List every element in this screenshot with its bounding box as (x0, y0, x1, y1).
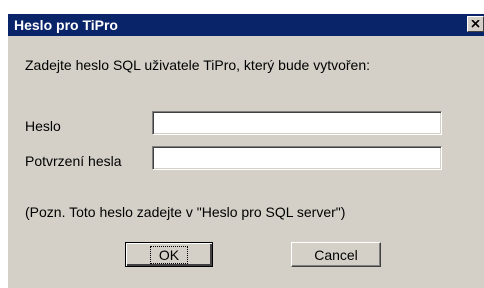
instruction-text: Zadejte heslo SQL uživatele TiPro, který… (25, 57, 370, 73)
ok-button-label: OK (149, 245, 189, 264)
dialog-title: Heslo pro TiPro (14, 17, 118, 33)
confirm-password-label: Potvrzení hesla (25, 153, 122, 169)
password-label: Heslo (25, 118, 61, 134)
confirm-password-field[interactable] (152, 146, 442, 170)
cancel-button-label: Cancel (314, 246, 358, 263)
dialog-window: Heslo pro TiPro Zadejte heslo SQL uživat… (7, 13, 484, 288)
password-field[interactable] (152, 111, 442, 135)
close-icon (471, 20, 480, 28)
cancel-button[interactable]: Cancel (291, 242, 381, 267)
close-button[interactable] (467, 16, 484, 32)
title-bar[interactable]: Heslo pro TiPro (8, 14, 484, 36)
note-text: (Pozn. Toto heslo zadejte v "Heslo pro S… (25, 204, 346, 220)
ok-button[interactable]: OK (125, 242, 213, 267)
